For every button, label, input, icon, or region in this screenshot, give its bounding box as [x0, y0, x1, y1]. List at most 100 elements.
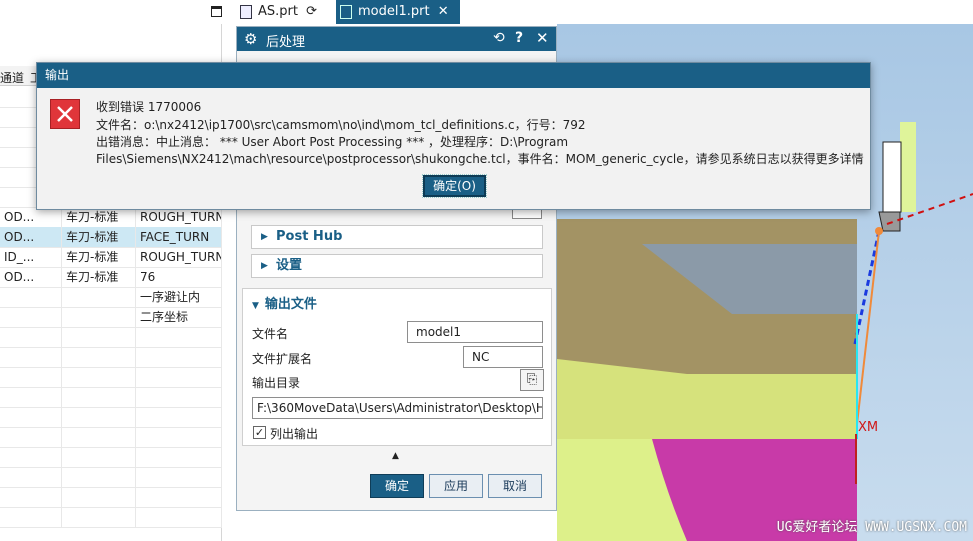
file-extension-field[interactable]: NC: [463, 346, 543, 368]
tool-shank: [882, 141, 902, 213]
dialog-title-bar: ⚙ 后处理 ⟲ ? ✕: [237, 27, 556, 51]
cell-tool: [62, 407, 136, 427]
ok-button[interactable]: 确定: [370, 474, 424, 498]
table-row[interactable]: [0, 387, 222, 408]
error-dialog-title: 输出: [37, 63, 870, 88]
cell-channel: [0, 287, 62, 307]
file-name-label: 文件名: [252, 327, 289, 341]
cell-channel: [0, 347, 62, 367]
output-directory-field[interactable]: F:\360MoveData\Users\Administrator\Deskt…: [252, 397, 543, 419]
table-row[interactable]: OD... 车刀-标准 ROUGH_TURN: [0, 207, 222, 228]
cancel-button[interactable]: 取消: [488, 474, 542, 498]
output-directory-label: 输出目录: [252, 376, 301, 390]
table-row[interactable]: [0, 347, 222, 368]
cell-channel: [0, 427, 62, 447]
table-row[interactable]: [0, 487, 222, 508]
cell-tool: [62, 427, 136, 447]
table-row[interactable]: 二序坐标: [0, 307, 222, 328]
tab-label: AS.prt: [258, 4, 298, 19]
table-row[interactable]: [0, 467, 222, 488]
cell-operation: [136, 487, 222, 507]
table-row[interactable]: OD... 车刀-标准 FACE_TURN: [0, 227, 222, 248]
cell-tool: [62, 467, 136, 487]
output-file-group: ▼ 输出文件 文件名 model1 文件扩展名 NC 输出目录 ⎘ F:\360M…: [242, 288, 552, 446]
tool-holder: [900, 122, 916, 212]
cell-channel: [0, 487, 62, 507]
table-row[interactable]: [0, 507, 222, 528]
collapse-triangle-icon[interactable]: ▲: [392, 451, 399, 461]
apply-button[interactable]: 应用: [429, 474, 483, 498]
table-row[interactable]: [0, 427, 222, 448]
cell-operation: ROUGH_TURN: [136, 207, 222, 227]
error-file-line: 文件名：o:\nx2412\ip1700\src\camsmom\no\ind\…: [96, 118, 586, 132]
cell-operation: [136, 367, 222, 387]
table-row[interactable]: ID_... 车刀-标准 ROUGH_TURN: [0, 247, 222, 268]
error-message: 出错消息：中止消息： *** User Abort Post Processin…: [96, 135, 569, 149]
chevron-right-icon: ▶: [261, 261, 268, 271]
tool-insert: [878, 211, 901, 232]
table-row[interactable]: [0, 407, 222, 428]
cell-operation: 76: [136, 267, 222, 287]
cell-tool: [62, 487, 136, 507]
file-name-field[interactable]: model1: [407, 321, 543, 343]
close-icon[interactable]: ✕: [536, 29, 549, 47]
cell-channel: [0, 307, 62, 327]
cell-tool: [62, 287, 136, 307]
cell-channel: [0, 407, 62, 427]
help-icon[interactable]: ?: [515, 30, 523, 46]
part-file-icon: [240, 5, 252, 19]
header-channel[interactable]: 通道: [0, 69, 24, 86]
cell-operation: 二序坐标: [136, 307, 222, 327]
tab-model1-prt[interactable]: model1.prt ✕: [336, 0, 460, 24]
error-ok-button[interactable]: 确定(O): [422, 174, 487, 198]
cell-channel: OD...: [0, 227, 62, 247]
cell-tool: [62, 327, 136, 347]
cell-operation: [136, 467, 222, 487]
cell-tool: [62, 387, 136, 407]
error-handler-path: Files\Siemens\NX2412\mach\resource\postp…: [96, 152, 864, 166]
error-icon: [50, 99, 80, 129]
cell-operation: ROUGH_TURN: [136, 247, 222, 267]
refresh-icon: ⟳: [306, 4, 318, 19]
table-row[interactable]: [0, 447, 222, 468]
cell-channel: [0, 447, 62, 467]
section-settings-label: 设置: [276, 258, 303, 273]
error-code: 收到错误 1770006: [96, 100, 202, 114]
cell-operation: FACE_TURN: [136, 227, 222, 247]
table-row[interactable]: [0, 367, 222, 388]
cell-tool: [62, 447, 136, 467]
cell-tool: 车刀-标准: [62, 207, 136, 227]
table-row[interactable]: OD... 车刀-标准 76: [0, 267, 222, 288]
section-settings[interactable]: ▶ 设置: [251, 254, 543, 278]
chevron-right-icon: ▶: [261, 232, 268, 242]
table-row[interactable]: [0, 327, 222, 348]
navigator-toolbar: [0, 0, 222, 24]
browse-folder-icon[interactable]: ⎘: [520, 369, 544, 391]
cell-channel: ID_...: [0, 247, 62, 267]
cell-channel: [0, 327, 62, 347]
tool-path-rapid: [853, 230, 881, 345]
section-output-file[interactable]: ▼ 输出文件: [252, 293, 317, 313]
cell-operation: [136, 407, 222, 427]
list-output-checkbox[interactable]: ✓: [253, 426, 266, 439]
cell-channel: [0, 507, 62, 527]
cell-channel: [0, 387, 62, 407]
section-post-hub[interactable]: ▶ Post Hub: [251, 225, 543, 249]
gear-icon: ⚙: [244, 30, 258, 48]
cell-operation: [136, 507, 222, 527]
cell-operation: [136, 427, 222, 447]
tab-as-prt[interactable]: AS.prt ⟳: [236, 0, 336, 24]
file-extension-label: 文件扩展名: [252, 352, 313, 366]
reset-icon[interactable]: ⟲: [493, 30, 505, 46]
cell-tool: 车刀-标准: [62, 227, 136, 247]
cell-channel: OD...: [0, 207, 62, 227]
maximize-icon[interactable]: [211, 6, 222, 17]
close-icon[interactable]: ✕: [438, 4, 449, 19]
cell-tool: [62, 507, 136, 527]
tab-bar: AS.prt ⟳ model1.prt ✕: [222, 0, 973, 24]
error-icon-glyph: [57, 106, 73, 122]
cell-tool: [62, 367, 136, 387]
table-row[interactable]: 一序避让内: [0, 287, 222, 308]
axis-label: XM: [858, 420, 879, 435]
cell-operation: [136, 447, 222, 467]
